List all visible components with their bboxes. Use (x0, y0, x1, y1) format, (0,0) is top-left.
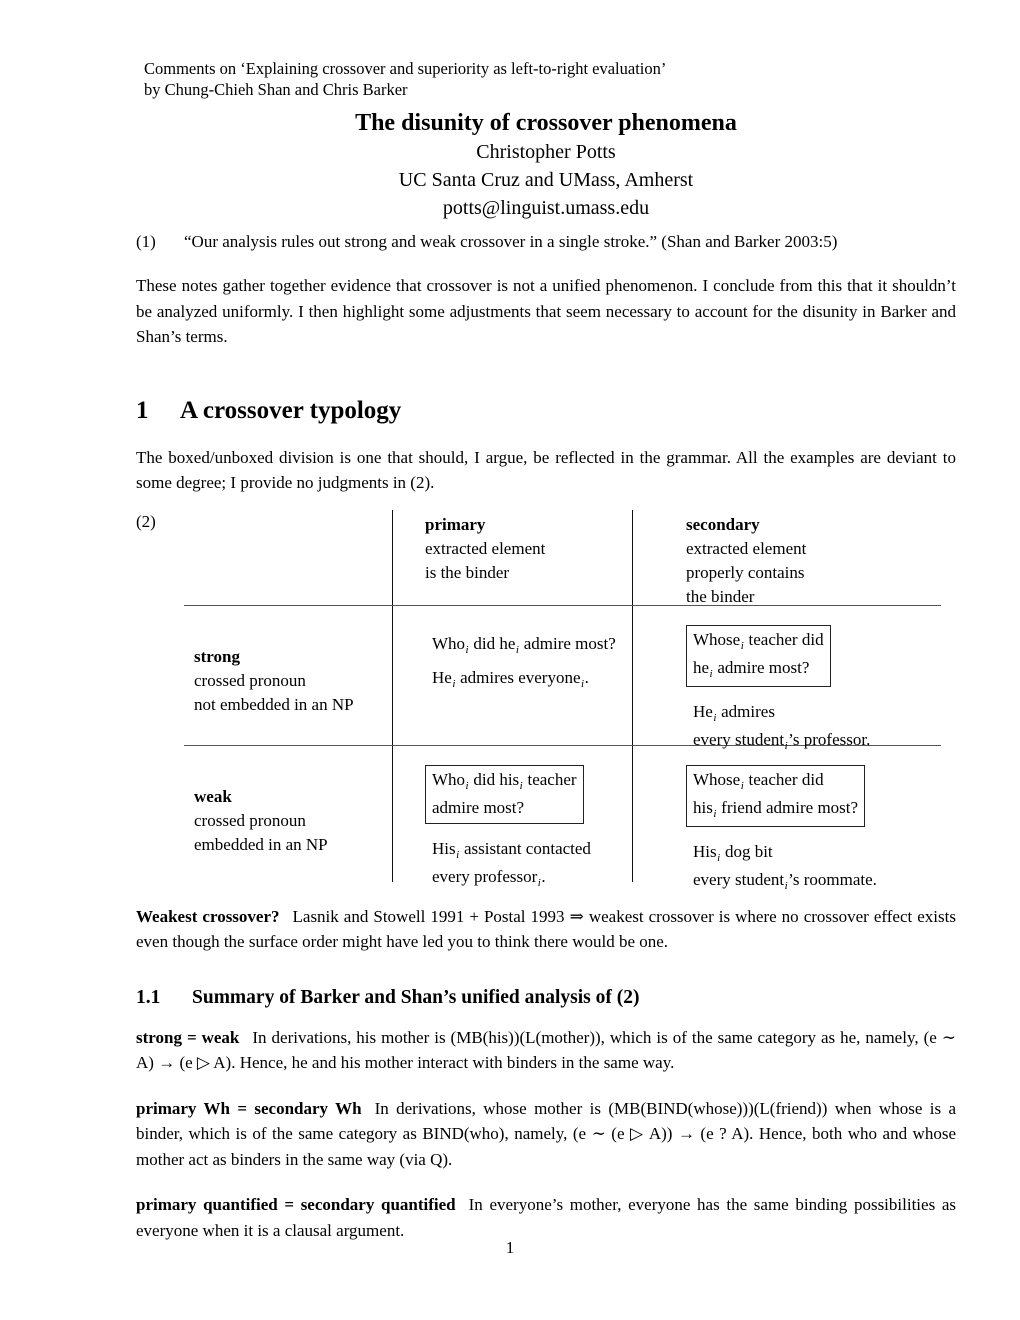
row-strong-desc-1: crossed pronoun (194, 670, 306, 690)
cell-strong-primary-example-1: Whoi did hei admire most? (425, 631, 665, 659)
author-affiliation: UC Santa Cruz and UMass, Amherst (398, 169, 694, 191)
example-2-table-wrapper: (2) primary extracted element is the bin… (136, 509, 956, 892)
row-strong-label: strong crossed pronoun not embedded in a… (184, 609, 412, 749)
weak-secondary-ex1-line1: Whosei teacher did (693, 769, 824, 792)
cell-weak-primary-example-2: Hisi assistant contacted every professor… (425, 830, 665, 892)
strong-primary-ex2-c: . (584, 667, 589, 687)
index-i: i (713, 807, 717, 820)
running-head-line-1: Comments on ‘Explaining crossover and su… (144, 59, 667, 78)
intro-paragraph: These notes gather together evidence tha… (136, 276, 956, 346)
table-header-secondary: secondary extracted element properly con… (673, 510, 956, 609)
index-i: i (456, 848, 460, 861)
author-email: potts@linguist.umass.edu (442, 197, 650, 219)
definition-strong-weak: strong = weak In derivations, his mother … (136, 1025, 956, 1076)
index-i: i (581, 677, 585, 690)
row-weak-title: weak (194, 786, 232, 806)
index-i: i (784, 879, 788, 892)
page-content: Comments on ‘Explaining crossover and su… (136, 58, 956, 1243)
cell-weak-secondary-example-1-box: Whosei teacher did hisi friend admire mo… (686, 764, 866, 827)
column-secondary-desc-2: properly contains (686, 562, 805, 582)
index-i: i (452, 677, 456, 690)
section-1-1-number: 1.1 (136, 986, 161, 1008)
index-i: i (515, 643, 519, 656)
column-primary-desc-2: is the binder (425, 562, 510, 582)
weakest-crossover-label: Weakest crossover? (136, 906, 280, 926)
definition-primary-wh: primary Wh = secondary Wh In derivations,… (136, 1096, 956, 1173)
table-top-rule (184, 604, 941, 607)
row-weak-label: weak crossed pronoun embedded in an NP (184, 749, 412, 886)
index-i: i (519, 779, 523, 792)
index-i: i (537, 876, 541, 889)
weak-secondary-ex2-line2: every studenti’s roommate. (693, 869, 877, 892)
strong-primary-ex1-b: did he (469, 633, 516, 653)
section-1-title: A crossover typology (180, 396, 402, 424)
index-i: i (740, 779, 744, 792)
strong-secondary-ex1-line2: hei admire most? (693, 657, 810, 680)
weakest-crossover-paragraph: Weakest crossover? Lasnik and Stowell 199… (136, 904, 956, 955)
strong-secondary-ex1-line1: Whosei teacher did (693, 629, 824, 652)
table-header-corner (184, 510, 412, 609)
index-i: i (465, 643, 469, 656)
section-1-1-heading: 1.1 Summary of Barker and Shan’s unified… (136, 985, 956, 1011)
definition-strong-weak-text: In derivations, his mother is (MB(his))(… (136, 1027, 956, 1073)
weak-primary-ex1-line2: admire most? (432, 797, 525, 817)
section-1-heading: 1 A crossover typology (136, 396, 956, 426)
running-head: Comments on ‘Explaining crossover and su… (136, 58, 956, 100)
section-1-number: 1 (136, 396, 149, 424)
cell-strong-secondary-example-2: Hei admires every studenti’s professor. (686, 693, 948, 755)
strong-primary-ex2-b: admires everyone (455, 667, 581, 687)
definition-primary-quantified: primary quantified = secondary quantifie… (136, 1192, 956, 1243)
definition-primary-wh-label: primary Wh = secondary Wh (136, 1098, 362, 1118)
definition-primary-quantified-label: primary quantified = secondary quantifie… (136, 1195, 456, 1214)
example-1-text: “Our analysis rules out strong and weak … (184, 232, 838, 251)
column-primary-title: primary (425, 514, 486, 534)
weak-secondary-ex1-line2: hisi friend admire most? (693, 797, 859, 820)
example-1: (1) “Our analysis rules out strong and w… (136, 230, 956, 254)
cell-strong-primary-example-2: Hei admires everyonei. (425, 659, 665, 693)
strong-primary-ex2-a: He (432, 667, 452, 687)
table-header-row: primary extracted element is the binder … (184, 510, 956, 609)
section-1-1-title: Summary of Barker and Shan’s unified ana… (192, 986, 640, 1008)
example-1-number: (1) (136, 232, 156, 251)
cell-weak-secondary-example-2: Hisi dog bit every studenti’s roommate. (686, 833, 948, 895)
definition-strong-weak-label: strong = weak (136, 1027, 240, 1047)
column-secondary-desc-1: extracted element (686, 538, 807, 558)
strong-primary-ex1-c: admire most? (519, 633, 616, 653)
cell-weak-primary: Whoi did hisi teacher admire most? Hisi … (412, 749, 673, 889)
cell-weak-secondary: Whosei teacher did hisi friend admire mo… (673, 749, 956, 892)
index-i: i (740, 639, 744, 652)
cell-weak-primary-example-1-box: Whoi did hisi teacher admire most? (425, 764, 584, 824)
row-weak-desc-1: crossed pronoun (194, 810, 306, 830)
row-weak-desc-2: embedded in an NP (194, 834, 328, 854)
running-head-line-2: by Chung-Chieh Shan and Chris Barker (144, 80, 408, 99)
table-row-weak: weak crossed pronoun embedded in an NP W… (184, 749, 956, 892)
strong-secondary-ex2-line1: Hei admires (693, 701, 775, 724)
document-page: Comments on ‘Explaining crossover and su… (0, 0, 1020, 1320)
index-i: i (713, 711, 717, 724)
section-1-paragraph: The boxed/unboxed division is one that s… (136, 447, 956, 493)
cell-strong-secondary-example-1-box: Whosei teacher did hei admire most? (686, 624, 831, 687)
table-row-strong: strong crossed pronoun not embedded in a… (184, 609, 956, 752)
row-strong-desc-2: not embedded in an NP (194, 694, 354, 714)
cell-strong-secondary: Whosei teacher did hei admire most? Hei … (673, 609, 956, 752)
index-i: i (709, 667, 713, 680)
cell-strong-primary: Whoi did hei admire most? Hei admires ev… (412, 609, 673, 749)
weak-primary-ex1-line1: Whoi did hisi teacher (432, 769, 577, 792)
weak-secondary-ex2-line1: Hisi dog bit (693, 841, 773, 864)
column-secondary-title: secondary (686, 514, 760, 534)
table-header-primary: primary extracted element is the binder (412, 510, 673, 609)
index-i: i (465, 779, 469, 792)
example-2-number: (2) (136, 511, 156, 531)
weak-primary-ex2-line1: Hisi assistant contacted (432, 838, 591, 861)
strong-primary-ex1-a: Who (432, 633, 466, 653)
crossover-typology-table: primary extracted element is the binder … (184, 509, 956, 892)
row-strong-title: strong (194, 646, 240, 666)
index-i: i (717, 851, 721, 864)
author-name: Christopher Potts (476, 141, 616, 163)
page-title: The disunity of crossover phenomena (355, 110, 737, 136)
column-primary-desc-1: extracted element (425, 538, 546, 558)
page-number: 1 (505, 1238, 515, 1257)
weak-primary-ex2-line2: every professori. (432, 866, 546, 889)
